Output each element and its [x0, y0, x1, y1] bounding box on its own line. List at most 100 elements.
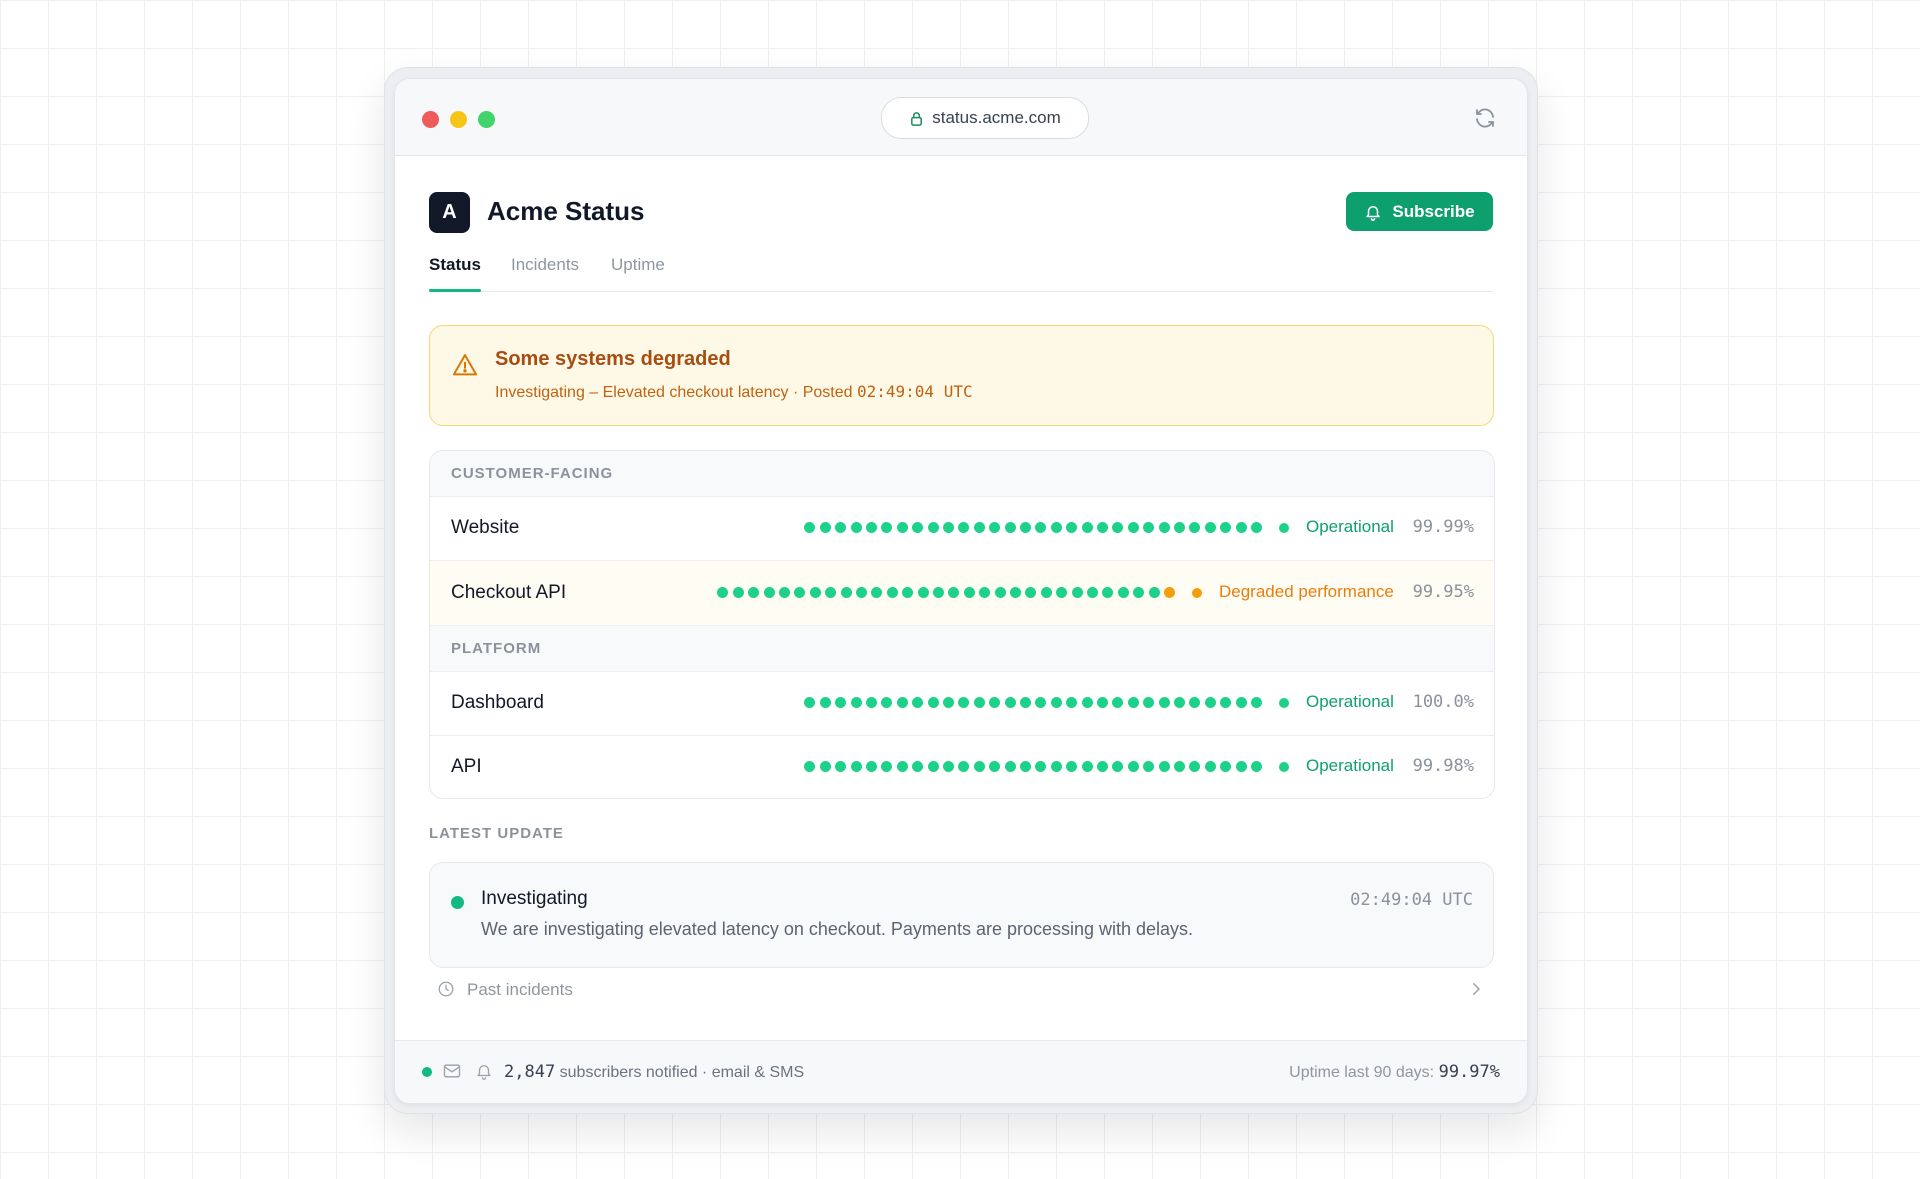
component-row[interactable]: Dashboard Operational 100.0% — [430, 671, 1494, 736]
uptime-day-dot[interactable] — [1173, 522, 1185, 533]
uptime-day-dot[interactable] — [1025, 587, 1037, 598]
uptime-day-dot[interactable] — [1081, 761, 1093, 772]
close-window-button[interactable] — [422, 111, 439, 128]
uptime-day-dot[interactable] — [1081, 697, 1093, 708]
tab-incidents[interactable]: Incidents — [511, 255, 579, 290]
uptime-day-dot[interactable] — [1250, 522, 1262, 533]
uptime-day-dot[interactable] — [1071, 587, 1083, 598]
uptime-day-dot[interactable] — [1066, 697, 1078, 708]
uptime-day-dot[interactable] — [942, 522, 954, 533]
component-row[interactable]: Checkout API Degraded performance 99.95% — [430, 561, 1494, 626]
maximize-window-button[interactable] — [478, 111, 495, 128]
reload-icon[interactable] — [1473, 106, 1497, 130]
uptime-day-dot[interactable] — [865, 761, 877, 772]
uptime-day-dot[interactable] — [917, 587, 929, 598]
uptime-day-dot[interactable] — [1102, 587, 1114, 598]
uptime-day-dot[interactable] — [1086, 587, 1098, 598]
uptime-day-dot[interactable] — [1066, 761, 1078, 772]
uptime-day-dot[interactable] — [871, 587, 883, 598]
uptime-day-dot[interactable] — [1250, 697, 1262, 708]
uptime-day-dot[interactable] — [1127, 697, 1139, 708]
uptime-day-dot[interactable] — [886, 587, 898, 598]
uptime-day-dot[interactable] — [1235, 522, 1247, 533]
uptime-day-dot[interactable] — [1163, 587, 1175, 598]
component-row[interactable]: API Operational 99.98% — [430, 735, 1494, 798]
uptime-day-dot[interactable] — [896, 761, 908, 772]
uptime-day-dot[interactable] — [1127, 522, 1139, 533]
uptime-day-dot[interactable] — [989, 761, 1001, 772]
uptime-day-dot[interactable] — [1204, 697, 1216, 708]
uptime-day-dot[interactable] — [902, 587, 914, 598]
uptime-day-dot[interactable] — [1112, 522, 1124, 533]
uptime-day-dot[interactable] — [1235, 697, 1247, 708]
uptime-day-dot[interactable] — [825, 587, 837, 598]
uptime-day-dot[interactable] — [1189, 697, 1201, 708]
uptime-day-dot[interactable] — [942, 761, 954, 772]
uptime-day-dot[interactable] — [1143, 761, 1155, 772]
tab-uptime[interactable]: Uptime — [611, 255, 665, 290]
uptime-day-dot[interactable] — [958, 761, 970, 772]
uptime-day-dot[interactable] — [942, 697, 954, 708]
uptime-day-dot[interactable] — [1096, 522, 1108, 533]
uptime-day-dot[interactable] — [958, 522, 970, 533]
uptime-day-dot[interactable] — [1112, 697, 1124, 708]
uptime-day-dot[interactable] — [1019, 761, 1031, 772]
uptime-day-dot[interactable] — [1040, 587, 1052, 598]
uptime-day-dot[interactable] — [1133, 587, 1145, 598]
uptime-day-dot[interactable] — [1009, 587, 1021, 598]
uptime-day-dot[interactable] — [994, 587, 1006, 598]
uptime-day-dot[interactable] — [927, 761, 939, 772]
uptime-day-dot[interactable] — [855, 587, 867, 598]
uptime-day-dot[interactable] — [1050, 522, 1062, 533]
uptime-day-dot[interactable] — [1035, 522, 1047, 533]
uptime-day-dot[interactable] — [1035, 761, 1047, 772]
past-incidents-link[interactable]: Past incidents — [429, 972, 1493, 1008]
uptime-day-dot[interactable] — [819, 761, 831, 772]
uptime-day-dot[interactable] — [1143, 697, 1155, 708]
uptime-day-dot[interactable] — [804, 761, 816, 772]
tab-status[interactable]: Status — [429, 255, 481, 292]
uptime-day-dot[interactable] — [732, 587, 744, 598]
uptime-day-dot[interactable] — [1158, 697, 1170, 708]
uptime-day-dot[interactable] — [717, 587, 729, 598]
uptime-day-dot[interactable] — [1066, 522, 1078, 533]
uptime-day-dot[interactable] — [1127, 761, 1139, 772]
uptime-day-dot[interactable] — [819, 697, 831, 708]
uptime-day-dot[interactable] — [881, 697, 893, 708]
uptime-day-dot[interactable] — [794, 587, 806, 598]
uptime-day-dot[interactable] — [1204, 761, 1216, 772]
uptime-day-dot[interactable] — [1050, 761, 1062, 772]
uptime-day-dot[interactable] — [963, 587, 975, 598]
uptime-day-dot[interactable] — [881, 761, 893, 772]
uptime-day-dot[interactable] — [1173, 761, 1185, 772]
uptime-day-dot[interactable] — [912, 697, 924, 708]
uptime-day-dot[interactable] — [865, 697, 877, 708]
uptime-day-dot[interactable] — [1096, 697, 1108, 708]
uptime-day-dot[interactable] — [804, 697, 816, 708]
uptime-day-dot[interactable] — [850, 761, 862, 772]
uptime-day-dot[interactable] — [927, 697, 939, 708]
uptime-day-dot[interactable] — [850, 522, 862, 533]
minimize-window-button[interactable] — [450, 111, 467, 128]
uptime-day-dot[interactable] — [1250, 761, 1262, 772]
uptime-day-dot[interactable] — [881, 522, 893, 533]
uptime-day-dot[interactable] — [778, 587, 790, 598]
uptime-day-dot[interactable] — [1220, 761, 1232, 772]
uptime-day-dot[interactable] — [1004, 697, 1016, 708]
address-bar[interactable]: status.acme.com — [881, 97, 1089, 139]
uptime-day-dot[interactable] — [1004, 522, 1016, 533]
uptime-day-dot[interactable] — [835, 761, 847, 772]
uptime-day-dot[interactable] — [809, 587, 821, 598]
component-row[interactable]: Website Operational 99.99% — [430, 496, 1494, 561]
uptime-day-dot[interactable] — [1096, 761, 1108, 772]
uptime-day-dot[interactable] — [1117, 587, 1129, 598]
uptime-day-dot[interactable] — [1035, 697, 1047, 708]
uptime-day-dot[interactable] — [896, 522, 908, 533]
uptime-day-dot[interactable] — [958, 697, 970, 708]
uptime-day-dot[interactable] — [804, 522, 816, 533]
uptime-day-dot[interactable] — [1019, 697, 1031, 708]
uptime-day-dot[interactable] — [840, 587, 852, 598]
uptime-day-dot[interactable] — [912, 761, 924, 772]
uptime-day-dot[interactable] — [850, 697, 862, 708]
uptime-day-dot[interactable] — [1189, 522, 1201, 533]
